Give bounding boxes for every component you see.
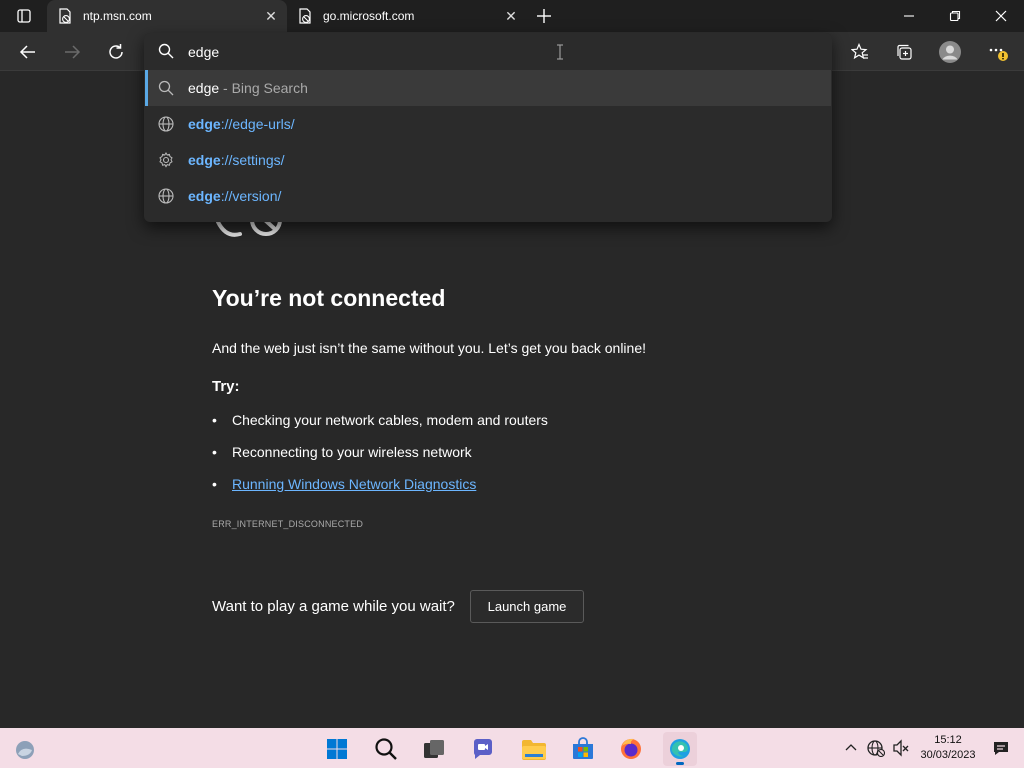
- offline-page-icon: [57, 8, 73, 24]
- globe-icon: [158, 188, 174, 204]
- more-icon: [989, 48, 1008, 61]
- firefox-button[interactable]: [614, 732, 648, 766]
- refresh-icon: [109, 44, 123, 59]
- suggestion-text: edge://version/: [188, 188, 282, 204]
- error-code: ERR_INTERNET_DISCONNECTED: [212, 519, 364, 529]
- close-icon: [995, 10, 1007, 22]
- tab-go-microsoft[interactable]: go.microsoft.com ✕: [287, 0, 527, 32]
- address-input[interactable]: [188, 41, 788, 63]
- network-diagnostics-link[interactable]: Running Windows Network Diagnostics: [232, 476, 476, 492]
- speaker-muted-icon: [893, 739, 909, 757]
- avatar-icon: [939, 41, 961, 63]
- task-view-button[interactable]: [417, 732, 451, 766]
- network-status-button[interactable]: [865, 732, 887, 764]
- minimize-icon: [904, 15, 914, 17]
- suggestion-text: edge://edge-urls/: [188, 116, 295, 132]
- search-icon: [158, 43, 174, 59]
- globe-icon: [158, 116, 174, 132]
- list-item: • Checking your network cables, modem and…: [212, 412, 548, 428]
- teams-chat-icon: [474, 739, 492, 759]
- globe-offline-icon: [867, 740, 885, 757]
- back-button[interactable]: [12, 36, 44, 68]
- tab-close-button[interactable]: ✕: [501, 6, 521, 26]
- notifications-button[interactable]: [990, 732, 1012, 764]
- tab-actions-button[interactable]: [6, 4, 42, 28]
- tab-strip: ntp.msn.com ✕ go.microsoft.com ✕: [0, 0, 1024, 32]
- volume-button[interactable]: [890, 732, 912, 764]
- taskbar-clock[interactable]: 15:12 30/03/2023: [912, 733, 984, 763]
- clock-time: 15:12: [934, 734, 962, 746]
- suggestion-edge-settings[interactable]: edge://settings/: [145, 142, 831, 178]
- weather-widget[interactable]: [8, 732, 42, 766]
- minimize-button[interactable]: [886, 0, 932, 32]
- page-title: You’re not connected: [212, 285, 446, 311]
- show-hidden-icons-button[interactable]: [842, 732, 860, 764]
- store-button[interactable]: [566, 732, 600, 766]
- windows-icon: [327, 739, 347, 759]
- refresh-button[interactable]: [100, 36, 132, 68]
- settings-and-more-button[interactable]: [982, 36, 1014, 68]
- suggestion-text: edge - Bing Search: [188, 80, 308, 96]
- game-prompt: Want to play a game while you wait?: [212, 598, 455, 615]
- launch-game-button[interactable]: Launch game: [470, 590, 584, 623]
- address-bar-dropdown: edge - Bing Search edge://edge-urls/ edg…: [144, 33, 832, 222]
- weather-icon: [16, 741, 34, 759]
- close-window-button[interactable]: [978, 0, 1024, 32]
- tab-title: go.microsoft.com: [323, 9, 415, 23]
- edge-icon: [670, 739, 690, 759]
- profile-button[interactable]: [934, 36, 966, 68]
- address-bar[interactable]: [144, 33, 832, 70]
- search-button[interactable]: [369, 732, 403, 766]
- new-tab-button[interactable]: [531, 4, 557, 28]
- taskbar: [0, 728, 1024, 768]
- suggestion-text: edge://settings/: [188, 152, 285, 168]
- store-icon: [573, 737, 593, 759]
- favorites-button[interactable]: [844, 36, 876, 68]
- folder-icon: [522, 740, 546, 760]
- restore-icon: [949, 10, 961, 22]
- forward-button[interactable]: [56, 36, 88, 68]
- offline-message: And the web just isn’t the same without …: [212, 340, 646, 356]
- notification-icon: [994, 742, 1008, 755]
- tab-close-button[interactable]: ✕: [261, 6, 281, 26]
- start-button[interactable]: [320, 732, 354, 766]
- suggestion-edge-urls[interactable]: edge://edge-urls/: [145, 106, 831, 142]
- offline-page-icon: [297, 8, 313, 24]
- tab-actions-icon: [17, 9, 31, 23]
- star-list-icon: [851, 43, 868, 60]
- tab-ntp[interactable]: ntp.msn.com ✕: [47, 0, 287, 32]
- chat-button[interactable]: [466, 732, 500, 766]
- file-explorer-button[interactable]: [517, 732, 551, 766]
- clock-date: 30/03/2023: [920, 749, 976, 761]
- search-icon: [158, 80, 174, 96]
- text-cursor-icon: [557, 44, 563, 60]
- suggestion-bing-search[interactable]: edge - Bing Search: [145, 70, 831, 106]
- search-icon: [375, 738, 397, 760]
- task-view-icon: [424, 740, 444, 758]
- arrow-left-icon: [19, 45, 35, 59]
- restore-button[interactable]: [932, 0, 978, 32]
- collections-icon: [897, 44, 912, 60]
- firefox-icon: [621, 738, 641, 759]
- plus-icon: [537, 9, 551, 23]
- arrow-right-icon: [65, 45, 81, 59]
- tab-title: ntp.msn.com: [83, 9, 152, 23]
- collections-button[interactable]: [888, 36, 920, 68]
- suggestion-edge-version[interactable]: edge://version/: [145, 178, 831, 214]
- list-item: • Reconnecting to your wireless network: [212, 444, 472, 460]
- gear-icon: [159, 152, 173, 168]
- chevron-up-icon: [845, 744, 857, 751]
- list-item: • Running Windows Network Diagnostics: [212, 476, 477, 492]
- try-label: Try:: [212, 378, 240, 395]
- edge-button[interactable]: [663, 732, 697, 766]
